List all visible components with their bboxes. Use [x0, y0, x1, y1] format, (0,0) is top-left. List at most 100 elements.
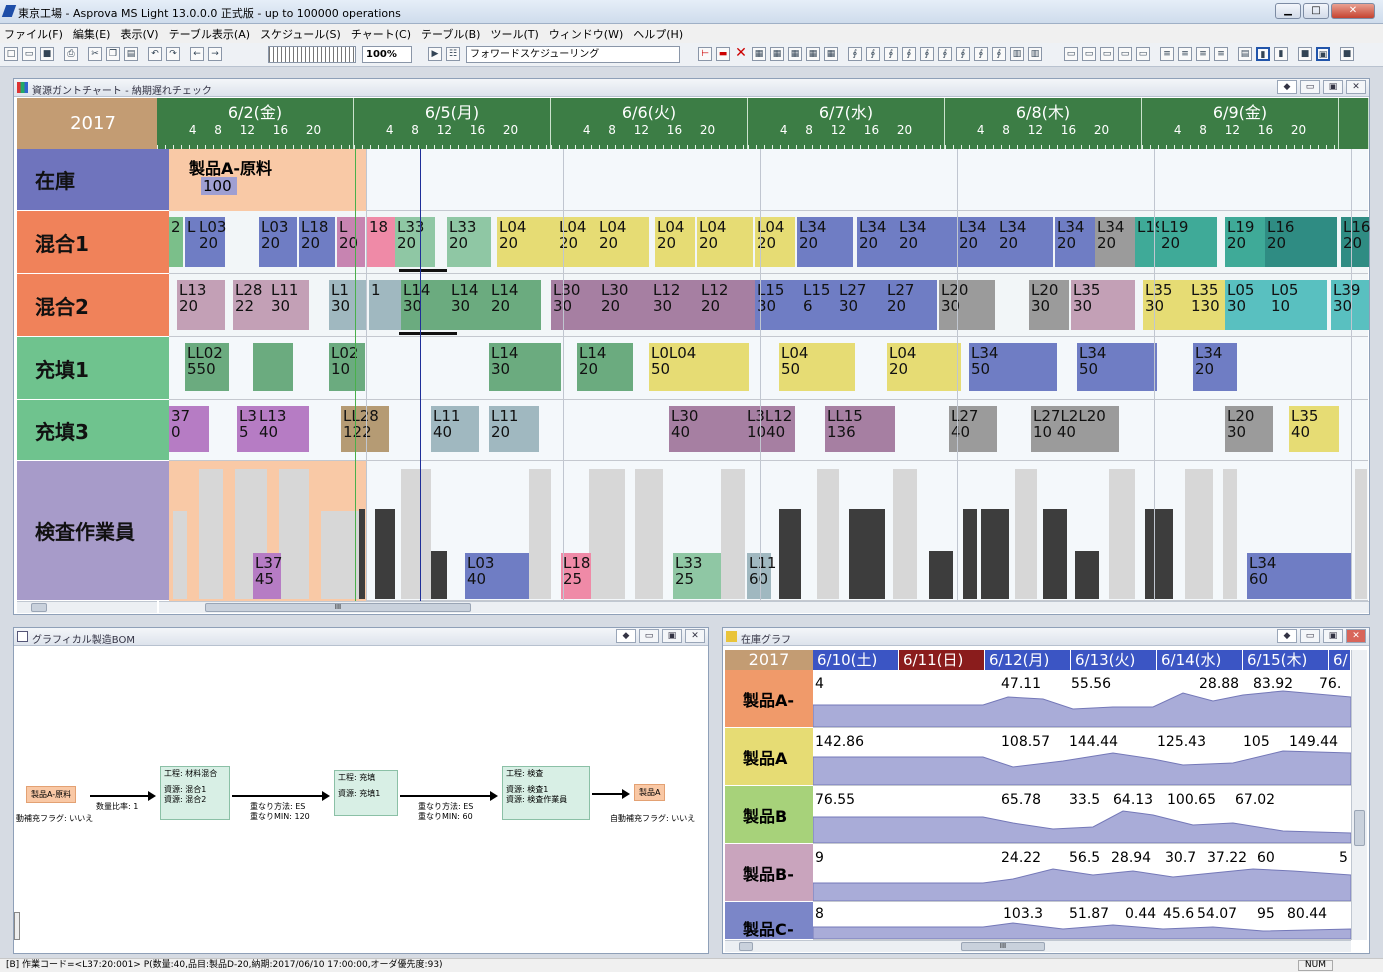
pin-icon[interactable]: ◆ [1277, 629, 1297, 643]
stock-date-header[interactable]: 6/13(火) [1071, 650, 1157, 670]
op-bar[interactable]: L04 20 [887, 343, 961, 391]
stock-row-label[interactable]: 製品A- [725, 670, 813, 728]
print-icon[interactable]: ⎙ [64, 47, 78, 61]
op-bar[interactable]: L15 6 [801, 280, 841, 330]
op-bar[interactable]: 2 [169, 217, 183, 267]
op-bar[interactable]: L20 30 [1225, 406, 1273, 452]
op-bar[interactable]: L30 20 [599, 280, 651, 330]
link-icon-1[interactable]: ∮ [848, 47, 862, 61]
op-bar[interactable] [253, 343, 293, 391]
table-icon-3[interactable]: ▦ [788, 47, 802, 61]
op-bar[interactable]: L13 40 [257, 406, 309, 452]
bom-splitter[interactable] [14, 912, 20, 940]
op-bar[interactable]: L34 20 [1095, 217, 1135, 267]
op-bar[interactable]: L35 40 [1289, 406, 1339, 452]
panel-restore-button[interactable]: ▣ [662, 629, 682, 643]
menu-edit[interactable]: 編集(E) [69, 24, 117, 43]
redo-icon[interactable]: ↷ [166, 47, 180, 61]
layout-icon-4[interactable]: ▭ [1118, 47, 1132, 61]
panel-minimize-button[interactable]: ▭ [639, 629, 659, 643]
align-icon-4[interactable]: ≡ [1214, 47, 1228, 61]
link-icon-8[interactable]: ∮ [974, 47, 988, 61]
op-bar[interactable]: L34 20 [997, 217, 1053, 267]
menu-file[interactable]: ファイル(F) [0, 24, 69, 43]
op-bar[interactable]: 1 [369, 280, 401, 330]
layout-icon-2[interactable]: ▭ [1082, 47, 1096, 61]
row-label-inventory[interactable]: 在庫 [17, 149, 169, 211]
bom-raw-material[interactable]: 製品A-原料 [26, 786, 77, 803]
close-button[interactable]: ✕ [1331, 3, 1375, 19]
op-bar[interactable]: L30 40 [669, 406, 745, 452]
open-folder-icon[interactable]: ▭ [22, 47, 36, 61]
op-bar[interactable]: L05 10 [1269, 280, 1327, 330]
bom-process-mixing[interactable]: 工程: 材料混合 資源: 混合1 資源: 混合2 [160, 766, 230, 820]
forward-icon[interactable]: → [208, 47, 222, 61]
stock-hscrollbar[interactable]: III [813, 940, 1351, 952]
day-header-0608[interactable]: 6/8(木) 4 8 12 16 20 [945, 98, 1142, 149]
op-bar[interactable]: L04 50 [779, 343, 855, 391]
chart-icon-2[interactable]: ▮ [1256, 47, 1270, 61]
op-bar[interactable]: L34 20 [1193, 343, 1237, 391]
op-bar[interactable]: L34 20 [857, 217, 897, 267]
op-bar[interactable]: L27 30 [837, 280, 885, 330]
op-bar[interactable]: L14 20 [489, 280, 541, 330]
op-bar[interactable]: L3530 [1071, 280, 1135, 330]
bom-process-inspection[interactable]: 工程: 検査 資源: 検査1 資源: 検査作業員 [502, 766, 590, 820]
op-bar[interactable]: L11 30 [269, 280, 309, 330]
op-bar[interactable]: L3530 [1143, 280, 1189, 330]
op-bar[interactable]: L39 30 [1331, 280, 1369, 330]
link-icon-9[interactable]: ∮ [992, 47, 1006, 61]
link-icon-2[interactable]: ∮ [866, 47, 880, 61]
row-label-mix1[interactable]: 混合1 [17, 211, 169, 274]
back-icon[interactable]: ← [190, 47, 204, 61]
op-bar[interactable]: L34 20 [957, 217, 997, 267]
link-icon-5[interactable]: ∮ [920, 47, 934, 61]
stock-date-header[interactable]: 6/15(木) [1243, 650, 1329, 670]
op-bar[interactable]: L3 5 [237, 406, 257, 452]
table-icon-1[interactable]: ▦ [752, 47, 766, 61]
op-bar[interactable]: L14 30 [401, 280, 449, 330]
op-bar[interactable]: L1 30 [329, 280, 367, 330]
op-bar[interactable]: L37 45 [253, 553, 282, 599]
op-bar[interactable]: L11 60 [747, 553, 776, 599]
link-icon-7[interactable]: ∮ [956, 47, 970, 61]
op-bar[interactable]: L27L2L20 10 40 [1031, 406, 1119, 452]
panel-minimize-button[interactable]: ▭ [1300, 629, 1320, 643]
op-bar[interactable]: 37 0 [169, 406, 209, 452]
stock-vscrollbar[interactable] [1351, 650, 1367, 940]
new-file-icon[interactable]: □ [4, 47, 18, 61]
table-icon-2[interactable]: ▦ [770, 47, 784, 61]
op-bar[interactable]: LL02 550 [185, 343, 229, 391]
gantt-tool-icon[interactable]: ⊢ [698, 47, 712, 61]
stock-row-label[interactable]: 製品A [725, 728, 813, 786]
op-bar[interactable]: L35 130 [1189, 280, 1225, 330]
op-bar[interactable]: L16 20 [1341, 217, 1370, 267]
stock-row-label[interactable]: 製品B- [725, 844, 813, 902]
grid-icon-2[interactable]: ▥ [1028, 47, 1042, 61]
op-bar[interactable]: L34 20 [797, 217, 853, 267]
op-bar[interactable]: L28 22 [233, 280, 269, 330]
menu-table[interactable]: テーブル(B) [417, 24, 486, 43]
op-bar[interactable]: L04 20 [597, 217, 649, 267]
op-bar[interactable]: L34 50 [1077, 343, 1157, 391]
op-bar[interactable]: L34 20 [897, 217, 957, 267]
panel-close-button[interactable]: ✕ [1346, 629, 1366, 643]
color-icon-1[interactable]: ■ [1298, 47, 1312, 61]
op-bar[interactable]: L33 25 [673, 553, 721, 599]
pin-icon[interactable]: ◆ [616, 629, 636, 643]
pin-icon[interactable]: ◆ [1277, 80, 1297, 94]
table-icon-4[interactable]: ▦ [806, 47, 820, 61]
zoom-ruler[interactable] [268, 46, 356, 63]
menu-table-view[interactable]: テーブル表示(A) [165, 24, 256, 43]
link-icon-6[interactable]: ∮ [938, 47, 952, 61]
bom-process-filling[interactable]: 工程: 充填 資源: 充填1 [334, 770, 398, 816]
schedule-run-icon[interactable]: ☷ [446, 47, 460, 61]
layout-icon-3[interactable]: ▭ [1100, 47, 1114, 61]
day-header-0609[interactable]: 6/9(金) 4 8 12 16 20 [1142, 98, 1339, 149]
op-bar[interactable]: 18 [367, 217, 395, 267]
menu-help[interactable]: ヘルプ(H) [629, 24, 689, 43]
link-icon-4[interactable]: ∮ [902, 47, 916, 61]
save-icon[interactable]: ■ [40, 47, 54, 61]
day-header-0607[interactable]: 6/7(水) 4 8 12 16 20 [748, 98, 945, 149]
op-bar[interactable]: L12 30 [651, 280, 699, 330]
